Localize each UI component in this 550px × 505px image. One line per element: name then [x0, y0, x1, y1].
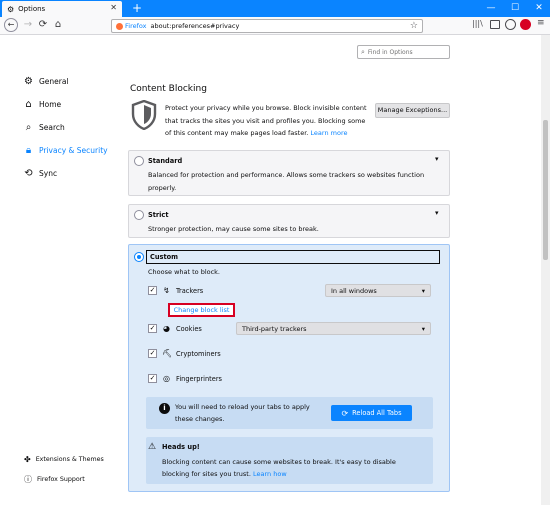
tab-close-icon[interactable]: ✕ [110, 3, 117, 12]
heads-up-title: Heads up! [162, 443, 200, 451]
shield-icon [131, 99, 157, 132]
heads-up-text-block: Blocking content can cause some websites… [162, 456, 424, 480]
puzzle-icon: ✤ [24, 455, 31, 464]
cookies-checkbox[interactable]: ✓ [148, 324, 157, 333]
new-tab-button[interactable]: + [130, 1, 144, 15]
sidebar-toggle-icon[interactable] [490, 20, 500, 29]
find-in-options-input[interactable]: ⌕ Find in Options [357, 45, 450, 59]
close-window-button[interactable]: ✕ [528, 0, 550, 17]
chevron-down-icon[interactable]: ▾ [435, 155, 439, 163]
sidebar-item-search[interactable]: ⌕ Search [23, 122, 65, 133]
reload-button-label: Reload All Tabs [352, 409, 402, 417]
fingerprinters-item: ◎ Fingerprinters [162, 374, 222, 383]
cookies-label: Cookies [176, 324, 202, 333]
firefox-support-link[interactable]: ⓘ Firefox Support [24, 474, 85, 485]
manage-exceptions-button[interactable]: Manage Exceptions... [375, 103, 450, 118]
cookies-item: ◕ Cookies [162, 324, 202, 333]
tracker-icon: ↯ [163, 286, 170, 295]
sidebar-item-privacy-security[interactable]: 🔒︎ Privacy & Security [23, 145, 108, 156]
sidebar-item-label: General [39, 77, 69, 86]
standard-label: Standard [148, 157, 183, 165]
sidebar-footer-label: Firefox Support [37, 476, 85, 483]
reload-all-tabs-button[interactable]: ⟳ Reload All Tabs [331, 405, 412, 421]
standard-radio[interactable] [134, 156, 144, 166]
library-icon[interactable]: |||\ [472, 19, 483, 28]
chevron-down-icon: ▾ [421, 286, 425, 295]
tab-options[interactable]: ⚙ Options ✕ [2, 1, 122, 17]
back-button[interactable]: ← [4, 18, 18, 32]
forward-button[interactable]: → [21, 18, 35, 32]
search-icon: ⌕ [25, 122, 32, 133]
gear-icon: ⚙ [24, 76, 33, 87]
page-title: Content Blocking [130, 84, 207, 94]
home-button[interactable]: ⌂ [51, 18, 65, 32]
help-icon: ⓘ [24, 475, 32, 484]
extension-icon[interactable] [520, 19, 531, 30]
trackers-checkbox[interactable]: ✓ [148, 286, 157, 295]
reload-button[interactable]: ⟳ [36, 18, 50, 32]
menu-icon[interactable]: ≡ [537, 18, 545, 28]
minimize-button[interactable]: — [480, 0, 502, 17]
sidebar-item-label: Sync [39, 169, 58, 178]
trackers-item: ↯ Trackers [162, 286, 203, 295]
fingerprinters-checkbox[interactable]: ✓ [148, 374, 157, 383]
info-icon: i [159, 403, 170, 414]
cryptominers-checkbox[interactable]: ✓ [148, 349, 157, 358]
scrollbar-track[interactable] [541, 35, 550, 505]
standard-description: Balanced for protection and performance.… [148, 171, 425, 192]
bookmark-star-icon[interactable]: ☆ [410, 21, 418, 31]
lock-icon: 🔒︎ [25, 145, 32, 156]
pickaxe-icon: ⛏ [162, 349, 173, 358]
change-block-list-link[interactable]: Change block list [168, 303, 235, 317]
custom-description: Choose what to block. [148, 268, 221, 276]
search-icon: ⌕ [361, 47, 365, 56]
account-icon[interactable] [505, 19, 516, 30]
sidebar-item-sync[interactable]: ⟲ Sync [23, 168, 57, 179]
trackers-dropdown-value: In all windows [331, 286, 377, 295]
reload-icon: ⟳ [341, 408, 349, 418]
custom-radio[interactable] [134, 252, 144, 262]
sidebar-item-general[interactable]: ⚙ General [23, 76, 69, 87]
url-text[interactable]: about:preferences#privacy [151, 22, 240, 30]
chevron-down-icon[interactable]: ▾ [435, 209, 439, 217]
maximize-button[interactable]: ☐ [504, 0, 526, 17]
warning-icon: ⚠ [148, 442, 157, 452]
cryptominers-item: ⛏ Cryptominers [162, 349, 221, 358]
home-icon: ⌂ [25, 99, 32, 110]
firefox-icon [116, 22, 123, 30]
tab-title: Options [18, 5, 46, 13]
cookies-dropdown-value: Third-party trackers [242, 324, 307, 333]
identity-label: Firefox [125, 22, 147, 30]
sidebar-item-home[interactable]: ⌂ Home [23, 99, 61, 110]
sidebar-item-label: Privacy & Security [39, 146, 108, 155]
chevron-down-icon: ▾ [421, 324, 425, 333]
gear-icon: ⚙ [7, 4, 15, 14]
strict-description: Stronger protection, may cause some site… [148, 225, 319, 233]
identity-box[interactable]: Firefox [116, 22, 147, 30]
content-blocking-description: Protect your privacy while you browse. B… [165, 102, 371, 140]
cryptominers-label: Cryptominers [176, 349, 221, 358]
cookie-icon: ◕ [163, 324, 170, 333]
reload-notice-text: You will need to reload your tabs to app… [175, 403, 310, 423]
strict-radio[interactable] [134, 210, 144, 220]
scrollbar-thumb[interactable] [543, 120, 548, 260]
extensions-themes-link[interactable]: ✤ Extensions & Themes [24, 455, 104, 464]
sync-icon: ⟲ [24, 168, 33, 179]
custom-label: Custom [150, 253, 179, 261]
custom-label-box[interactable] [146, 250, 440, 264]
sidebar-footer-label: Extensions & Themes [35, 456, 104, 463]
strict-label: Strict [148, 211, 169, 219]
sidebar-item-label: Search [39, 123, 65, 132]
learn-how-link[interactable]: Learn how [253, 470, 287, 478]
cookies-dropdown[interactable]: Third-party trackers ▾ [236, 322, 431, 335]
trackers-label: Trackers [176, 286, 204, 295]
url-bar[interactable]: Firefox about:preferences#privacy ☆ [111, 19, 423, 33]
fingerprint-icon: ◎ [163, 374, 170, 383]
trackers-dropdown[interactable]: In all windows ▾ [325, 284, 431, 297]
learn-more-link[interactable]: Learn more [310, 129, 347, 137]
sidebar-item-label: Home [39, 100, 62, 109]
fingerprinters-label: Fingerprinters [176, 374, 222, 383]
find-placeholder: Find in Options [367, 48, 413, 56]
